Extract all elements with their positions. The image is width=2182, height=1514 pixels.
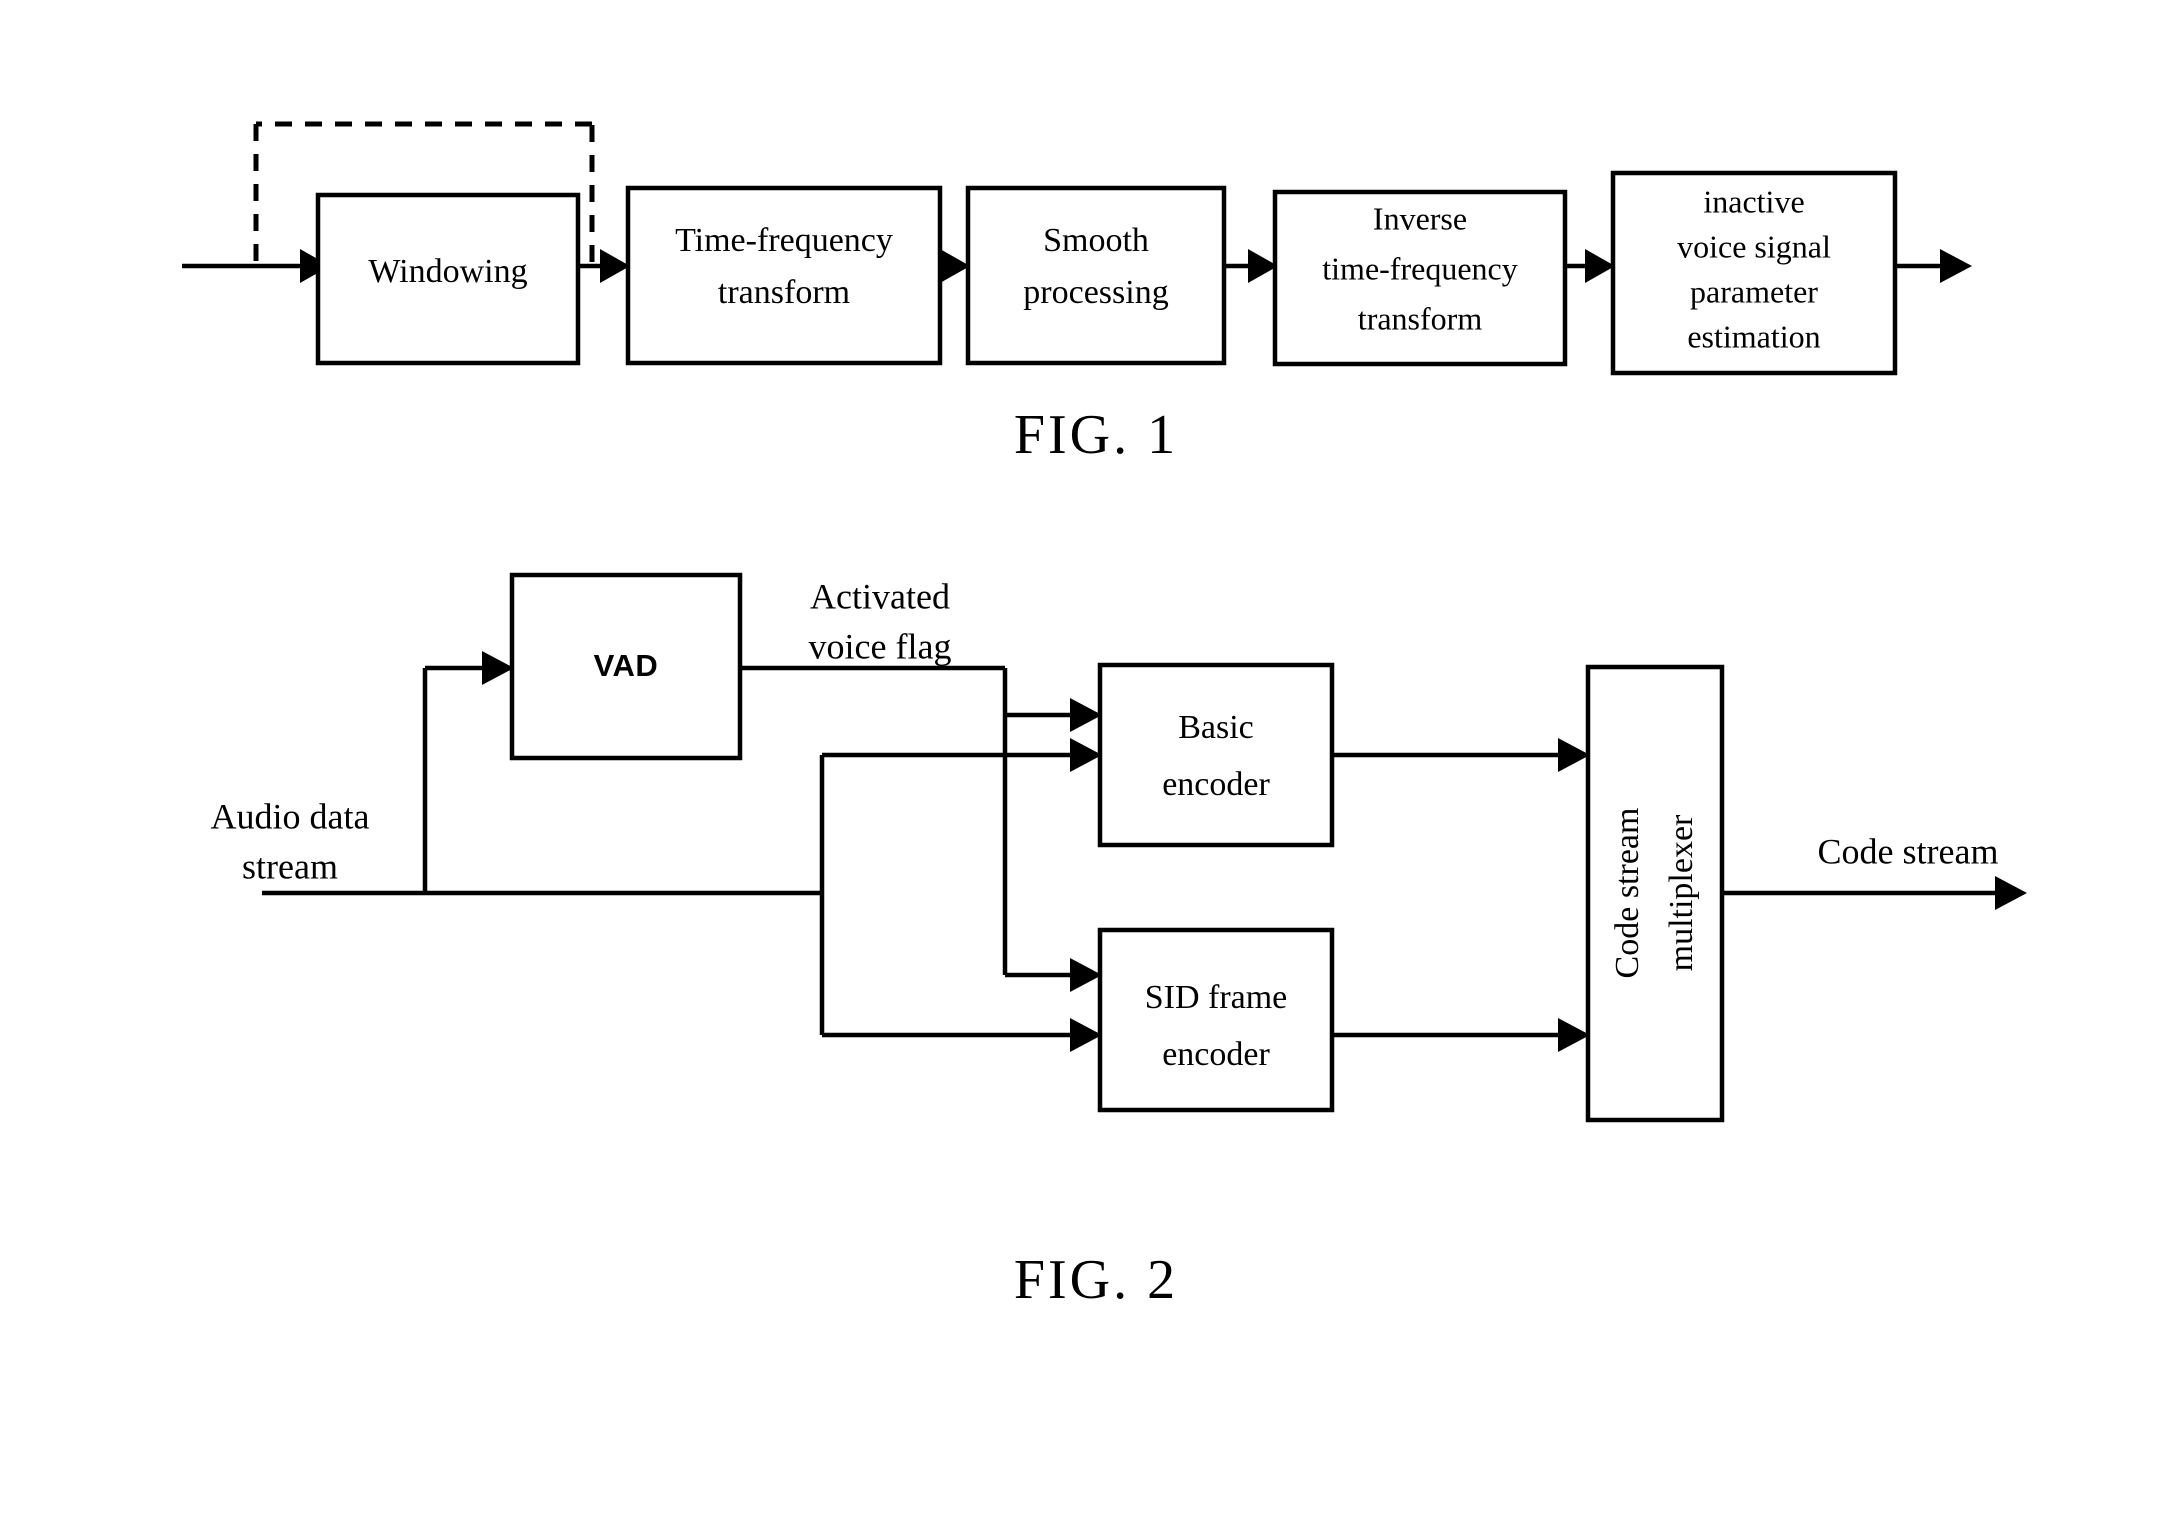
block-param-estimation-label-1: voice signal bbox=[1677, 228, 1831, 264]
edge-mux-to-codestream bbox=[1722, 876, 2027, 910]
block-inverse-tf-transform-label-0: Inverse bbox=[1373, 200, 1467, 236]
block-basic-encoder-label-0: Basic bbox=[1178, 709, 1254, 746]
figure-1-group: Windowing Time-frequency transform Smoot… bbox=[182, 121, 1972, 466]
block-smooth-processing-label-1: processing bbox=[1023, 274, 1168, 311]
label-audio-data-stream-0: Audio data bbox=[211, 796, 370, 836]
block-code-stream-multiplexer-label-0: Code stream bbox=[1609, 808, 1646, 979]
block-tf-transform-label-1: transform bbox=[718, 274, 850, 311]
edge-output-arrow bbox=[1895, 249, 1972, 283]
block-param-estimation-label-0: inactive bbox=[1703, 183, 1804, 219]
block-basic-encoder-label-1: encoder bbox=[1162, 766, 1270, 803]
block-windowing-label-0: Windowing bbox=[368, 253, 527, 290]
figure-canvas: Windowing Time-frequency transform Smoot… bbox=[182, 121, 2027, 1311]
patent-figure-page: Windowing Time-frequency transform Smoot… bbox=[0, 0, 2182, 1514]
block-inverse-tf-transform-label-1: time-frequency bbox=[1322, 250, 1517, 286]
block-vad-label-0: VAD bbox=[594, 648, 659, 683]
figure-2-group: VAD Activated voice flag Basic encoder S… bbox=[211, 572, 2027, 1311]
block-code-stream-multiplexer: Code stream multiplexer bbox=[1585, 664, 1725, 1123]
block-smooth-processing-label-0: Smooth bbox=[1043, 222, 1149, 259]
edge-invtf-to-param bbox=[1565, 249, 1615, 283]
block-sid-frame-encoder-label-1: encoder bbox=[1162, 1036, 1270, 1073]
label-activated-voice-flag-1: voice flag bbox=[809, 626, 952, 666]
figure-1-caption: FIG. 1 bbox=[1014, 404, 1178, 466]
block-tf-transform: Time-frequency transform bbox=[625, 185, 943, 366]
block-basic-encoder: Basic encoder bbox=[1097, 662, 1335, 848]
block-param-estimation-label-2: parameter bbox=[1690, 273, 1818, 309]
edge-vad-flag-bus bbox=[740, 665, 1102, 732]
block-param-estimation-label-3: estimation bbox=[1687, 318, 1820, 354]
edge-basic-to-mux bbox=[1332, 738, 1590, 772]
label-audio-data-stream-1: stream bbox=[242, 846, 338, 886]
edge-win-to-tf bbox=[578, 249, 630, 283]
block-inverse-tf-transform: Inverse time-frequency transform bbox=[1272, 189, 1568, 367]
edge-audio-main bbox=[425, 738, 1102, 896]
edge-audio-to-vad bbox=[422, 651, 514, 893]
label-code-stream: Code stream bbox=[1818, 831, 1999, 871]
block-windowing: Windowing bbox=[315, 192, 581, 366]
block-sid-frame-encoder: SID frame encoder bbox=[1097, 927, 1335, 1113]
block-smooth-processing: Smooth processing bbox=[965, 185, 1227, 366]
block-vad: VAD bbox=[509, 572, 743, 761]
block-inverse-tf-transform-label-2: transform bbox=[1358, 300, 1483, 336]
block-code-stream-multiplexer-label-1: multiplexer bbox=[1663, 814, 1700, 971]
figure-2-caption: FIG. 2 bbox=[1014, 1249, 1178, 1311]
edge-audio-to-sid bbox=[819, 893, 1102, 1052]
label-activated-voice-flag-0: Activated bbox=[810, 576, 950, 616]
edge-smooth-to-invtf bbox=[1224, 249, 1278, 283]
block-tf-transform-label-0: Time-frequency bbox=[675, 222, 893, 259]
block-param-estimation: inactive voice signal parameter estimati… bbox=[1610, 170, 1898, 376]
block-sid-frame-encoder-label-0: SID frame bbox=[1145, 979, 1288, 1016]
edge-sid-to-mux bbox=[1332, 1018, 1590, 1052]
edge-tf-to-smooth bbox=[940, 249, 970, 283]
